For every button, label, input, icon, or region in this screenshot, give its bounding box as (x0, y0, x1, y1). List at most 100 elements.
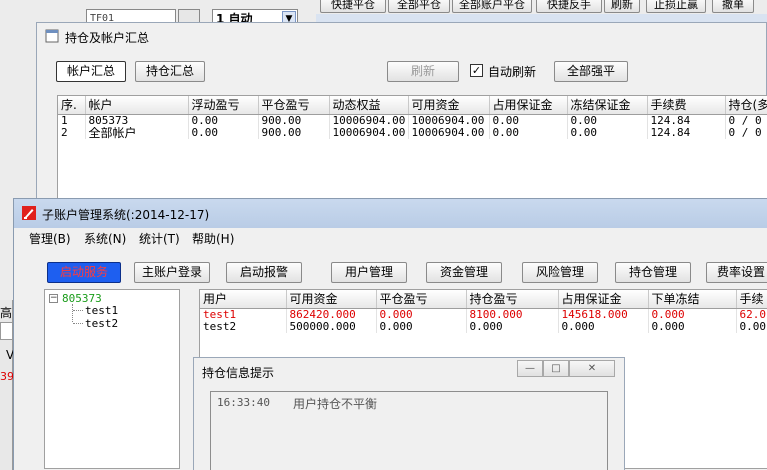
cell: 0.00 (188, 126, 259, 139)
col-equity[interactable]: 动态权益 (329, 96, 409, 115)
tree-line (72, 304, 73, 322)
tree-line (73, 323, 83, 324)
col-position-pl[interactable]: 持仓盈亏 (466, 290, 559, 309)
start-alarm-button[interactable]: 启动报警 (226, 262, 302, 283)
close-icon[interactable]: ✕ (569, 360, 615, 377)
cell: 0 / 0 (725, 126, 767, 139)
cell: 全部帐户 (85, 126, 189, 139)
tab-account-summary[interactable]: 帐户汇总 (56, 61, 126, 82)
col-position[interactable]: 持仓(多 (725, 96, 767, 115)
user-management-button[interactable]: 用户管理 (331, 262, 407, 283)
background-toolbar: 快捷平仓 全部平仓 全部账户平仓 快捷反手 刷新 止损止赢 撤单 (316, 0, 767, 14)
start-service-button[interactable]: 启动服务 (47, 262, 121, 283)
col-closed-pl[interactable]: 平仓盈亏 (376, 290, 467, 309)
cell: 0.000 (376, 320, 467, 333)
cell: 0.000 (648, 320, 737, 333)
cell: 0.00 (567, 126, 648, 139)
account-tree: − 805373 test1 test2 (44, 289, 180, 469)
partial-field (0, 322, 13, 340)
col-available[interactable]: 可用资金 (408, 96, 490, 115)
message-time: 16:33:40 (217, 396, 270, 409)
cell: 145618.000 (558, 308, 649, 321)
col-account[interactable]: 帐户 (85, 96, 189, 115)
cell: 500000.000 (286, 320, 377, 333)
refresh-button[interactable]: 刷新 (387, 61, 459, 82)
menu-help[interactable]: 帮助(H) (192, 230, 234, 247)
cell: 0.000 (376, 308, 467, 321)
cell: 10006904.00 (329, 114, 409, 127)
main-account-login-button[interactable]: 主账户登录 (134, 262, 210, 283)
titlebar[interactable]: 持仓信息提示 — □ ✕ (194, 358, 624, 384)
cell: 0.00 (489, 114, 568, 127)
table-row[interactable]: 2 全部帐户 0.00 900.00 10006904.00 10006904.… (58, 126, 767, 139)
col-margin[interactable]: 占用保证金 (558, 290, 649, 309)
window-title: 子账户管理系统(:2014-12-17) (42, 208, 210, 222)
cell: 862420.000 (286, 308, 377, 321)
col-order-frozen[interactable]: 下单冻结 (648, 290, 737, 309)
grid-header-row: 序. 帐户 浮动盈亏 平仓盈亏 动态权益 可用资金 占用保证金 冻结保证金 手续… (58, 96, 767, 115)
bg-refresh-button[interactable]: 刷新 (604, 0, 640, 13)
cell: 0.00 (489, 126, 568, 139)
col-fee[interactable]: 手续费 (647, 96, 726, 115)
table-row[interactable]: 1 805373 0.00 900.00 10006904.00 1000690… (58, 114, 767, 127)
tree-node-test2[interactable]: test2 (85, 317, 118, 330)
auto-refresh-checkbox[interactable]: ✓ (470, 64, 483, 77)
grid-header-row: 用户 可用资金 平仓盈亏 持仓盈亏 占用保证金 下单冻结 手续 (200, 290, 767, 309)
cell: 0.00 (567, 114, 648, 127)
position-alert-window: 持仓信息提示 — □ ✕ 16:33:40 用户持仓不平衡 (193, 357, 625, 470)
titlebar[interactable]: 子账户管理系统(:2014-12-17) (14, 199, 767, 228)
maximize-icon[interactable]: □ (543, 360, 569, 377)
partial-text-3: 39 (0, 370, 14, 383)
window-title: 持仓信息提示 (202, 366, 275, 380)
menu-statistics[interactable]: 统计(T) (139, 230, 180, 247)
left-partial-window: 高 V 39 (0, 300, 14, 470)
table-row-alert[interactable]: test1 862420.000 0.000 8100.000 145618.0… (200, 308, 767, 321)
stop-loss-button[interactable]: 止损止赢 (646, 0, 706, 13)
col-frozen-margin[interactable]: 冻结保证金 (567, 96, 648, 115)
tree-node-test1[interactable]: test1 (85, 304, 118, 317)
cell: 0.000 (558, 320, 649, 333)
app-icon (22, 206, 36, 220)
menu-manage[interactable]: 管理(B) (29, 230, 71, 247)
col-seq[interactable]: 序. (58, 96, 86, 115)
close-all-button[interactable]: 全部平仓 (388, 0, 450, 13)
auto-refresh-label: 自动刷新 (488, 65, 537, 79)
col-fee[interactable]: 手续 (736, 290, 767, 309)
cell: 805373 (85, 114, 189, 127)
cell: 0.00 (736, 320, 767, 333)
col-floating-pl[interactable]: 浮动盈亏 (188, 96, 259, 115)
col-user[interactable]: 用户 (200, 290, 287, 309)
cell: 900.00 (258, 126, 330, 139)
cell: 0.000 (466, 320, 559, 333)
fund-management-button[interactable]: 资金管理 (426, 262, 502, 283)
cell: 10006904.00 (408, 126, 490, 139)
position-account-summary-window: 持仓及帐户汇总 帐户汇总 持仓汇总 刷新 ✓ 自动刷新 全部强平 序. 帐户 浮… (36, 22, 767, 205)
cell: 124.84 (647, 114, 726, 127)
collapse-icon[interactable]: − (49, 294, 58, 303)
message-log: 16:33:40 用户持仓不平衡 (210, 391, 608, 470)
force-close-all-button[interactable]: 全部强平 (554, 61, 628, 82)
col-closed-pl[interactable]: 平仓盈亏 (258, 96, 330, 115)
fee-settings-button[interactable]: 费率设置 (706, 262, 767, 283)
menu-system[interactable]: 系统(N) (84, 230, 126, 247)
tab-position-summary[interactable]: 持仓汇总 (135, 61, 205, 82)
cell: 0 / 0 (725, 114, 767, 127)
cell: test1 (200, 308, 287, 321)
risk-management-button[interactable]: 风险管理 (522, 262, 598, 283)
col-available-funds[interactable]: 可用资金 (286, 290, 377, 309)
minimize-icon[interactable]: — (517, 360, 543, 377)
table-row[interactable]: test2 500000.000 0.000 0.000 0.000 0.000… (200, 320, 767, 333)
cell: 0.00 (188, 114, 259, 127)
message-text: 用户持仓不平衡 (293, 397, 378, 411)
menubar: 管理(B) 系统(N) 统计(T) 帮助(H) (14, 228, 767, 248)
close-all-accounts-button[interactable]: 全部账户平仓 (452, 0, 532, 13)
window-title: 持仓及帐户汇总 (65, 31, 150, 45)
position-management-button[interactable]: 持仓管理 (615, 262, 691, 283)
titlebar[interactable]: 持仓及帐户汇总 (37, 23, 766, 50)
col-margin[interactable]: 占用保证金 (489, 96, 568, 115)
tree-line (73, 310, 83, 311)
cancel-order-button[interactable]: 撤单 (712, 0, 754, 13)
cell: 124.84 (647, 126, 726, 139)
quick-reverse-button[interactable]: 快捷反手 (536, 0, 602, 13)
quick-close-button[interactable]: 快捷平仓 (320, 0, 386, 13)
